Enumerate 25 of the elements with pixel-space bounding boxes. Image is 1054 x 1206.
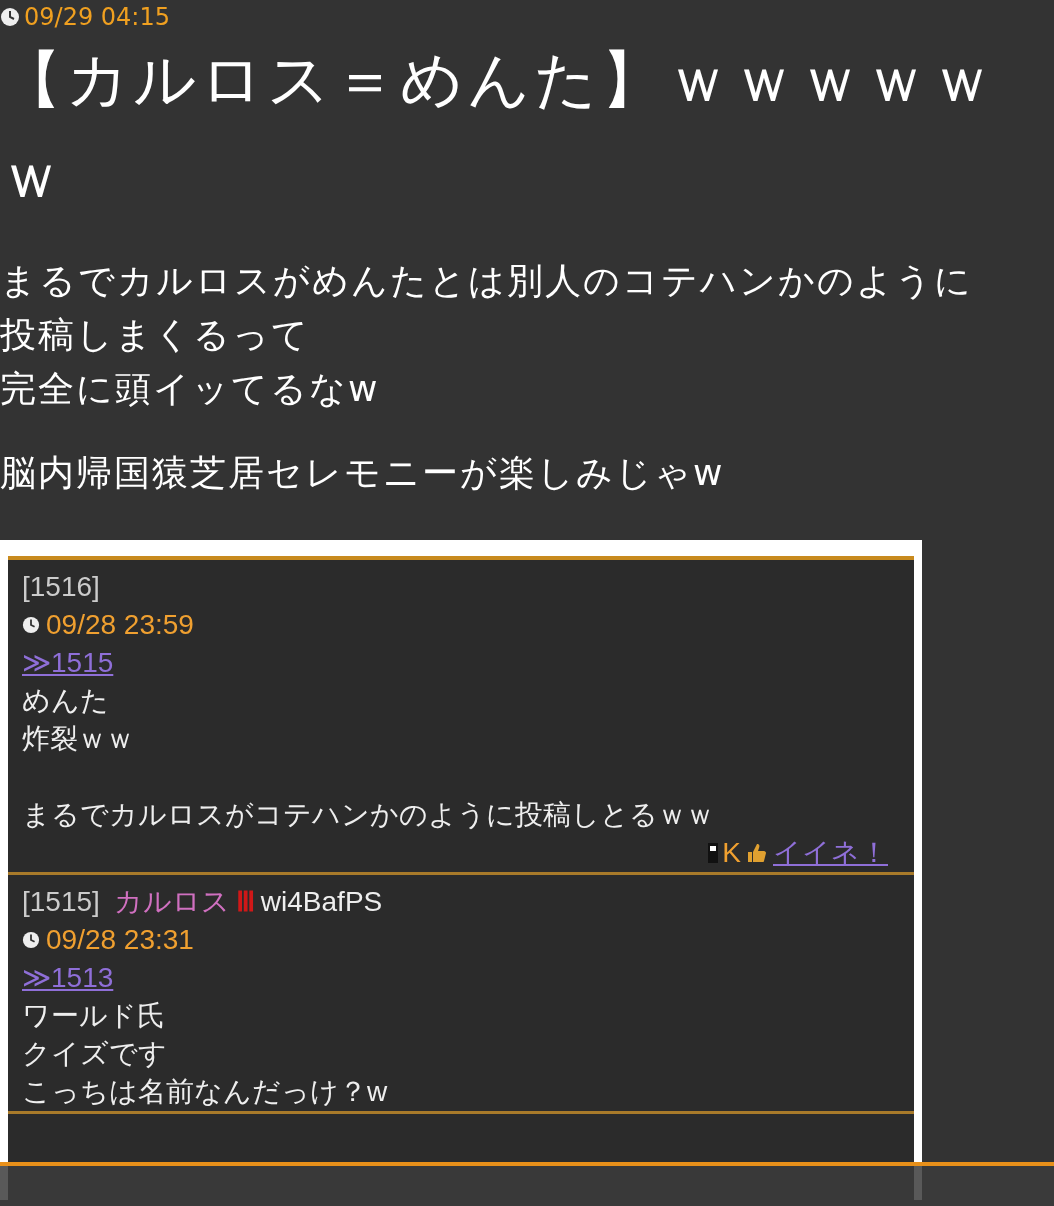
reply-link[interactable]: ≫1513 — [22, 959, 114, 997]
reply-link[interactable]: ≫1515 — [22, 644, 114, 682]
post-date: 09/29 04:15 — [24, 3, 170, 31]
poster-name: カルロス — [113, 885, 230, 919]
post-body-text: まるでカルロスがめんたとは別人のコテハンかのように投稿しまくるって 完全に頭イッてるなw — [0, 259, 974, 411]
like-link[interactable]: イイネ！ — [773, 834, 888, 872]
clock-icon — [22, 931, 40, 949]
post-text: クイズです — [22, 1037, 168, 1071]
post-text: まるでカルロスがコテハンかのように投稿しとるｗｗ — [22, 798, 715, 832]
post-text: 炸裂ｗｗ — [22, 722, 135, 756]
phone-icon — [708, 843, 719, 863]
trip-code: wi4BafPS — [260, 885, 383, 919]
post-text: めんた — [22, 684, 110, 718]
post-number[interactable]: [1516] — [22, 568, 100, 606]
post-text: ワールド氏 — [22, 999, 166, 1033]
clock-icon — [22, 616, 40, 634]
post-text: こっちは名前なんだっけ？w — [22, 1075, 389, 1109]
thumbs-up-icon — [745, 841, 769, 865]
k-mark: K — [722, 836, 741, 870]
post-body-text: 脳内帰国猿芝居セレモニーが楽しみじゃw — [0, 451, 726, 495]
post-number[interactable]: [1515] — [22, 883, 100, 921]
post-date: 09/28 23:31 — [46, 923, 194, 957]
post-date: 09/28 23:59 — [46, 608, 194, 642]
rank-mark: Ⅲ — [235, 885, 255, 919]
post-title: 【カルロス＝めんた】ｗｗｗｗｗｗ — [0, 42, 998, 214]
